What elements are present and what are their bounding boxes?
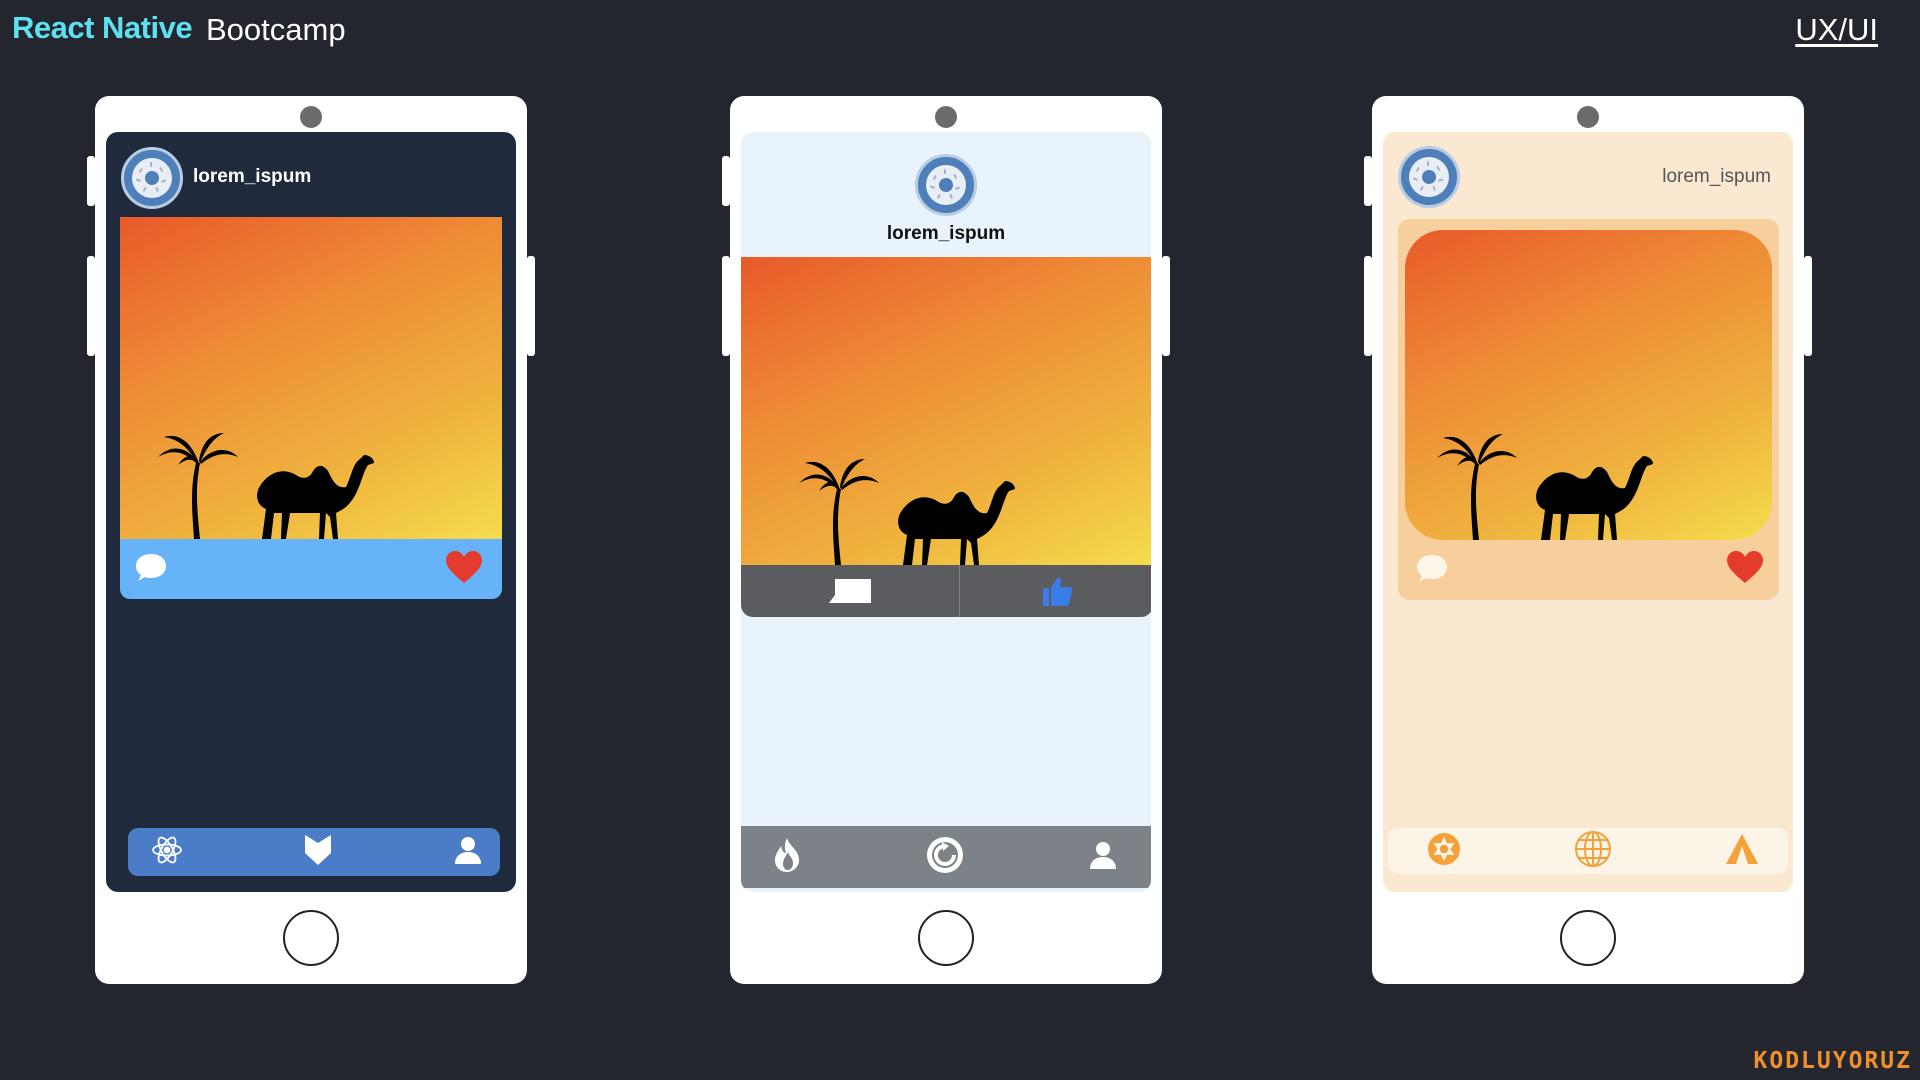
app-screen: lorem_ispum [741, 132, 1151, 892]
avatar[interactable] [121, 147, 183, 209]
side-button [1804, 256, 1812, 356]
comment-icon[interactable] [741, 565, 960, 617]
post-photo[interactable] [741, 257, 1151, 565]
side-button [1162, 256, 1170, 356]
side-button [722, 156, 730, 206]
comment-icon[interactable] [134, 550, 168, 589]
avatar[interactable] [915, 154, 977, 216]
side-button [1364, 256, 1372, 356]
flame-icon[interactable] [771, 836, 803, 879]
post-card [1398, 219, 1779, 600]
desert-silhouette [1437, 434, 1653, 540]
brand-title: React Native [12, 10, 193, 45]
atom-icon[interactable] [150, 833, 184, 872]
side-button [1364, 156, 1372, 206]
username[interactable]: lorem_ispum [193, 166, 311, 188]
user-icon[interactable] [452, 834, 484, 871]
post-action-bar [741, 565, 1151, 617]
username[interactable]: lorem_ispum [741, 223, 1151, 245]
tent-icon[interactable] [1724, 832, 1760, 871]
bottom-tab-bar [741, 826, 1151, 888]
post-action-bar [120, 539, 502, 599]
download-arrow-icon[interactable] [303, 833, 333, 872]
home-button[interactable] [1560, 910, 1616, 966]
heart-icon[interactable] [444, 549, 484, 590]
comment-icon[interactable] [1414, 551, 1450, 590]
home-button[interactable] [918, 910, 974, 966]
heart-icon[interactable] [1725, 549, 1765, 590]
desert-silhouette [799, 459, 1015, 565]
username[interactable]: lorem_ispum [1662, 166, 1771, 188]
phone-mockup-2: lorem_ispum [722, 96, 1170, 984]
kodluyoruz-logo: KODLUYORUZ [1753, 1048, 1912, 1074]
desert-silhouette [158, 433, 374, 539]
app-screen: lorem_ispum [106, 132, 516, 892]
home-button[interactable] [283, 910, 339, 966]
post-photo[interactable] [1405, 230, 1772, 540]
app-screen: lorem_ispum [1383, 132, 1793, 892]
aperture-icon[interactable] [1426, 831, 1462, 872]
ux-ui-link[interactable]: UX/UI [1795, 12, 1878, 48]
camera-dot [300, 106, 322, 128]
bottom-tab-bar [128, 828, 500, 876]
post-photo[interactable] [120, 217, 502, 539]
side-button [87, 256, 95, 356]
phone-mockup-3: lorem_ispum [1364, 96, 1812, 984]
bottom-tab-bar [1388, 828, 1788, 874]
side-button [527, 256, 535, 356]
user-icon[interactable] [1087, 839, 1119, 876]
camera-dot [1577, 106, 1599, 128]
refresh-icon[interactable] [925, 835, 965, 880]
side-button [87, 156, 95, 206]
phone-mockup-1: lorem_ispum [87, 96, 535, 984]
avatar[interactable] [1398, 146, 1460, 208]
globe-icon[interactable] [1573, 829, 1613, 874]
thumbs-up-icon[interactable] [960, 565, 1151, 617]
brand-subtitle: Bootcamp [206, 12, 346, 47]
camera-dot [935, 106, 957, 128]
side-button [722, 256, 730, 356]
